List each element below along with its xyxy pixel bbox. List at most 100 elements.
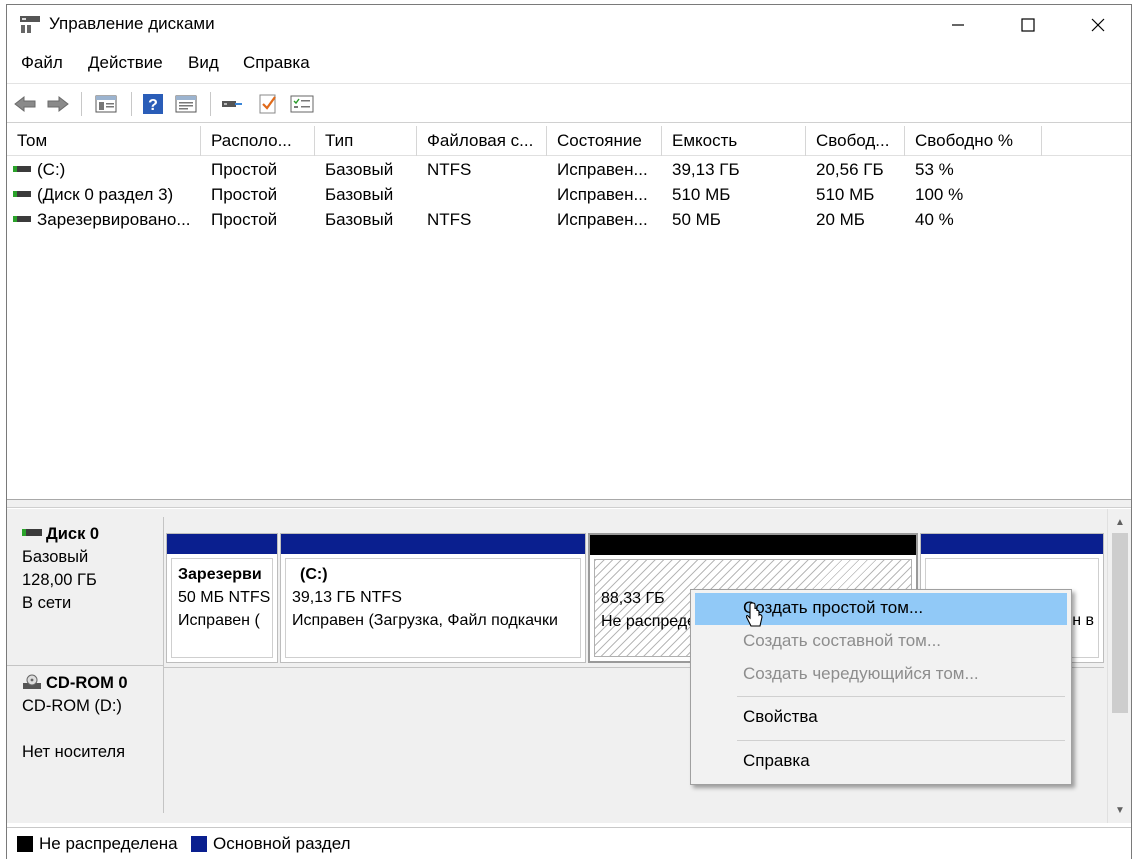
cdrom-icon — [22, 674, 42, 689]
partition-title: Зарезерви — [178, 566, 262, 583]
cell-capacity: 510 МБ — [672, 185, 731, 204]
menu-action[interactable]: Действие — [88, 53, 163, 73]
settings-button[interactable] — [289, 91, 315, 117]
volume-name: (C:) — [37, 160, 66, 179]
column-volume[interactable]: Том — [7, 126, 201, 156]
forward-button[interactable] — [45, 91, 71, 117]
legend-unallocated: Не распределена — [17, 834, 178, 854]
column-status[interactable]: Состояние — [547, 126, 662, 156]
cell-capacity: 50 МБ — [672, 210, 721, 229]
table-row[interactable]: Зарезервировано... Простой Базовый NTFS … — [7, 208, 1131, 233]
maximize-button[interactable] — [997, 5, 1059, 45]
partition-reserved[interactable]: Зарезерви 50 МБ NTFS Исправен ( — [166, 533, 278, 663]
forward-arrow-icon — [47, 95, 69, 113]
menu-separator — [737, 696, 1065, 697]
volume-name: (Диск 0 раздел 3) — [37, 185, 174, 204]
volume-name: Зарезервировано... — [37, 210, 191, 229]
cdrom0-label[interactable]: CD-ROM 0 CD-ROM (D:) Нет носителя — [7, 665, 164, 813]
disk-management-app-icon — [20, 16, 40, 33]
column-free-space[interactable]: Свобод... — [806, 126, 905, 156]
partition-size: 39,13 ГБ NTFS — [292, 589, 402, 606]
cdrom0-drive: CD-ROM (D:) — [22, 697, 122, 715]
cell-filesystem: NTFS — [427, 160, 472, 179]
cell-free: 20 МБ — [816, 210, 865, 229]
properties-icon — [175, 95, 197, 113]
help-item[interactable]: Справка — [695, 746, 1067, 778]
minimize-button[interactable] — [927, 5, 989, 45]
menu-file[interactable]: Файл — [21, 53, 63, 73]
cell-layout: Простой — [211, 160, 278, 179]
cell-free: 510 МБ — [816, 185, 875, 204]
column-filesystem[interactable]: Файловая с... — [417, 126, 547, 156]
legend-primary: Основной раздел — [191, 834, 351, 854]
partition-info: (C:) 39,13 ГБ NTFS Исправен (Загрузка, Ф… — [285, 558, 581, 658]
disk0-status: В сети — [22, 594, 72, 612]
disk0-label[interactable]: Диск 0 Базовый 128,00 ГБ В сети — [7, 517, 164, 665]
cell-status: Исправен... — [557, 160, 648, 179]
cell-free: 20,56 ГБ — [816, 160, 884, 179]
partition-status: Исправен (Загрузка, Файл подкачки — [292, 612, 558, 629]
back-button[interactable] — [12, 91, 38, 117]
scroll-thumb[interactable] — [1112, 533, 1128, 713]
help-button[interactable]: ? — [140, 91, 166, 117]
show-hide-console-tree-icon — [95, 95, 117, 113]
create-striped-volume-item[interactable]: Создать чередующийся том... — [695, 659, 1067, 691]
scroll-up-icon[interactable]: ▲ — [1108, 511, 1132, 533]
back-arrow-icon — [14, 95, 36, 113]
cell-type: Базовый — [325, 210, 394, 229]
close-button[interactable] — [1067, 5, 1129, 45]
cell-layout: Простой — [211, 210, 278, 229]
mouse-pointer-icon — [746, 602, 763, 627]
cell-type: Базовый — [325, 185, 394, 204]
properties-button[interactable] — [173, 91, 199, 117]
primary-swatch — [191, 836, 207, 852]
volume-icon — [13, 191, 31, 198]
menu-help[interactable]: Справка — [243, 53, 310, 73]
cell-filesystem: NTFS — [427, 210, 472, 229]
unallocated-bar — [590, 535, 916, 555]
unallocated-swatch — [17, 836, 33, 852]
column-layout[interactable]: Располо... — [201, 126, 315, 156]
maximize-icon — [1021, 18, 1035, 32]
cell-percent-free: 40 % — [915, 210, 954, 229]
cdrom0-status: Нет носителя — [22, 743, 126, 761]
svg-text:?: ? — [148, 97, 158, 114]
menu-bar: Файл Действие Вид Справка — [7, 49, 1131, 79]
primary-partition-bar — [281, 534, 585, 554]
primary-partition-bar — [167, 534, 277, 554]
table-row[interactable]: (C:) Простой Базовый NTFS Исправен... 39… — [7, 158, 1131, 183]
graph-scrollbar[interactable]: ▲ ▼ — [1107, 509, 1131, 823]
connect-button[interactable] — [219, 91, 245, 117]
connect-icon — [222, 101, 242, 107]
cell-layout: Простой — [211, 185, 278, 204]
partition-c[interactable]: (C:) 39,13 ГБ NTFS Исправен (Загрузка, Ф… — [280, 533, 586, 663]
table-row[interactable]: (Диск 0 раздел 3) Простой Базовый Исправ… — [7, 183, 1131, 208]
column-percent-free[interactable]: Свободно % — [905, 126, 1042, 156]
column-header: Том Располо... Тип Файловая с... Состоян… — [7, 126, 1131, 156]
properties-item[interactable]: Свойства — [695, 702, 1067, 734]
partition-status: Исправен ( — [178, 612, 260, 629]
cell-status: Исправен... — [557, 210, 648, 229]
volume-icon — [13, 166, 31, 173]
legend-bar: Не распределена Основной раздел — [7, 827, 1131, 859]
partition-title — [601, 564, 911, 587]
disk0-size: 128,00 ГБ — [22, 571, 97, 589]
cell-type: Базовый — [325, 160, 394, 179]
primary-partition-bar — [921, 534, 1103, 554]
column-type[interactable]: Тип — [315, 126, 417, 156]
pane-splitter[interactable] — [7, 500, 1131, 508]
cell-percent-free: 100 % — [915, 185, 964, 204]
show-hide-tree-button[interactable] — [93, 91, 119, 117]
cell-capacity: 39,13 ГБ — [672, 160, 740, 179]
column-capacity[interactable]: Емкость — [662, 126, 806, 156]
cell-status: Исправен... — [557, 185, 648, 204]
partition-title — [932, 563, 1098, 586]
disk0-type: Базовый — [22, 548, 89, 566]
scroll-down-icon[interactable]: ▼ — [1108, 799, 1132, 821]
title-bar: Управление дисками — [7, 5, 1131, 45]
checkmark-icon — [259, 94, 276, 114]
check-button[interactable] — [255, 91, 281, 117]
toolbar: ? — [7, 83, 1131, 123]
menu-view[interactable]: Вид — [188, 53, 219, 73]
cdrom0-name: CD-ROM 0 — [46, 674, 128, 692]
